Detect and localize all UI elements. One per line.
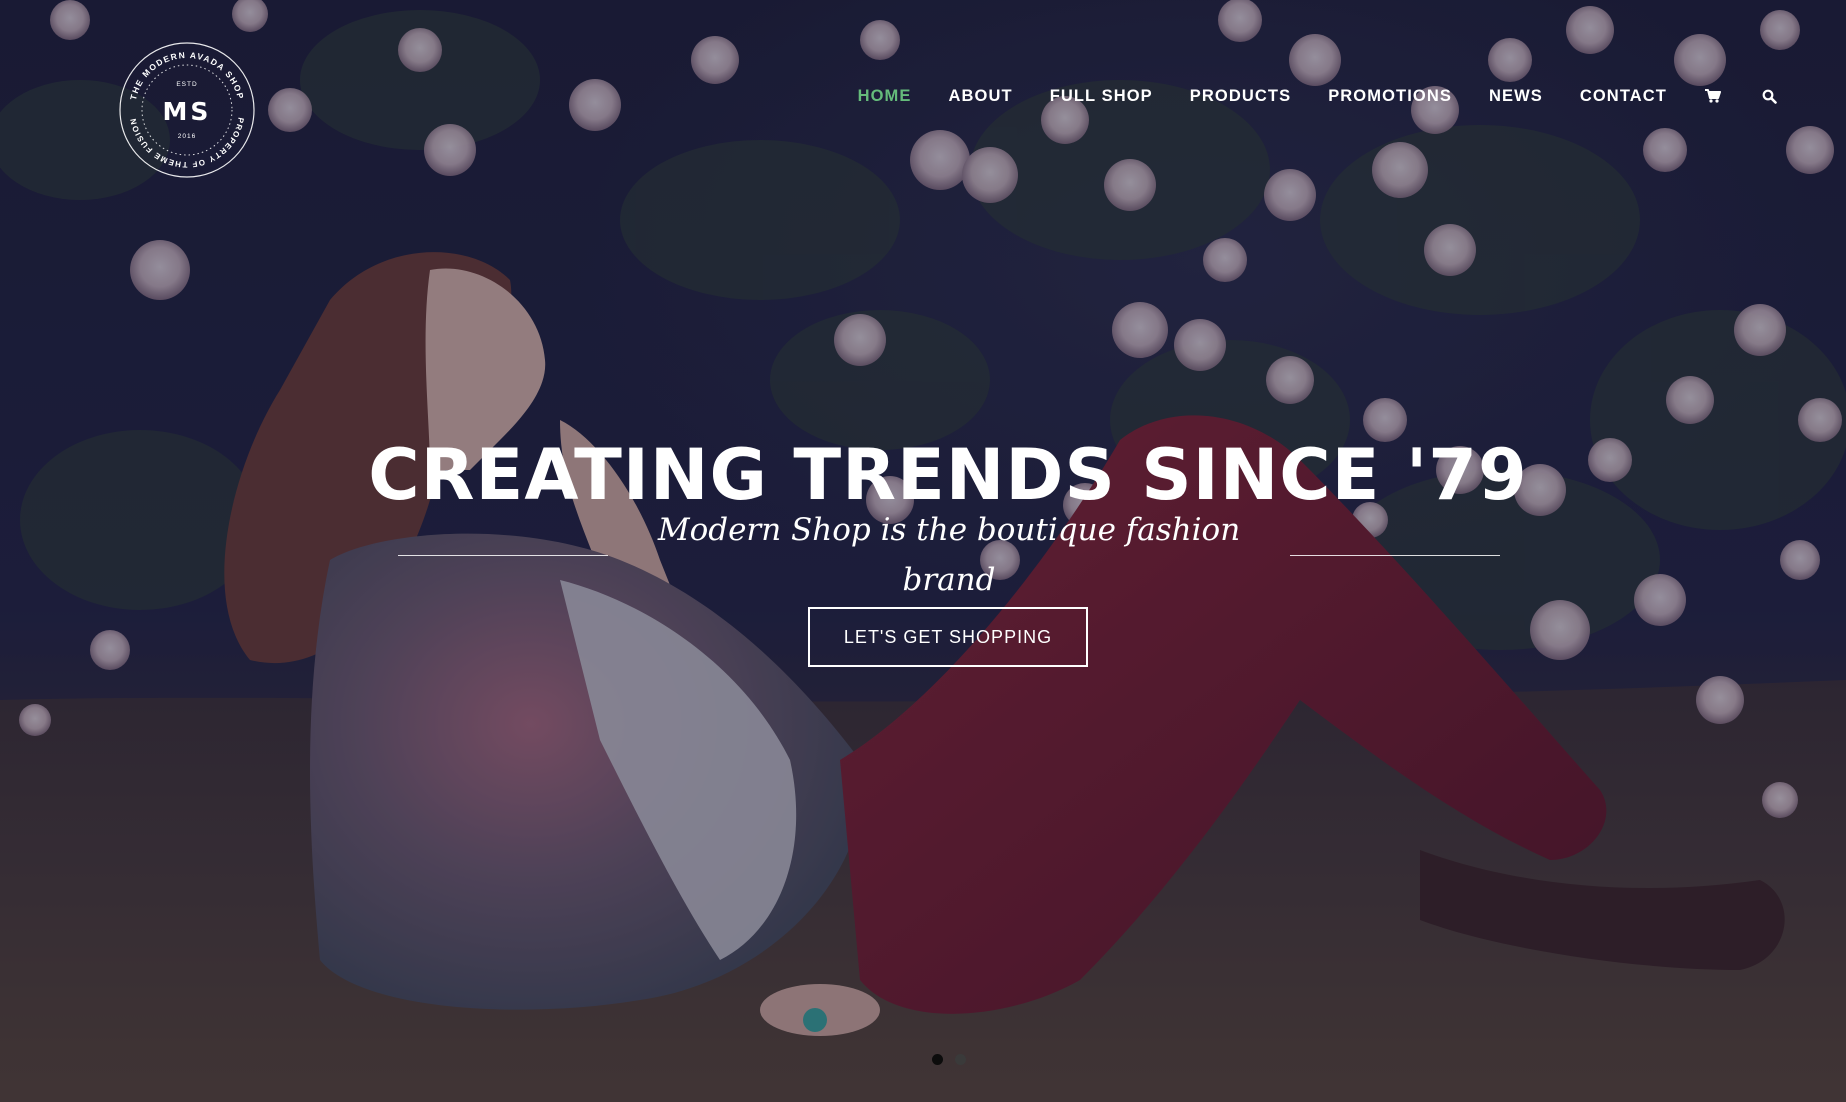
- nav-item-about[interactable]: ABOUT: [949, 82, 1013, 110]
- slider-pagination: [932, 1054, 978, 1065]
- site-logo[interactable]: THE MODERN AVADA SHOP PROPERTY OF THEME …: [117, 40, 257, 180]
- hero-subline: Modern Shop is the boutique fashion bran…: [657, 512, 1241, 598]
- nav-item-promotions[interactable]: PROMOTIONS: [1328, 82, 1452, 110]
- nav-item-home[interactable]: HOME: [858, 82, 912, 110]
- logo-estd-label: ESTD: [176, 81, 197, 88]
- logo-monogram: MS: [163, 97, 212, 126]
- logo-badge-icon: THE MODERN AVADA SHOP PROPERTY OF THEME …: [119, 42, 255, 178]
- shop-cta-button[interactable]: LET'S GET SHOPPING: [808, 607, 1088, 667]
- hero-subline-row: Modern Shop is the boutique fashion bran…: [398, 512, 1500, 598]
- cart-icon[interactable]: [1704, 82, 1722, 110]
- divider-left: [398, 554, 608, 556]
- logo-year: 2016: [178, 133, 196, 140]
- slider-dot-1[interactable]: [932, 1054, 943, 1065]
- search-icon[interactable]: [1760, 82, 1778, 110]
- nav-item-products[interactable]: PRODUCTS: [1190, 82, 1291, 110]
- nav-item-contact[interactable]: CONTACT: [1580, 82, 1667, 110]
- nav-item-news[interactable]: NEWS: [1489, 82, 1543, 110]
- main-navigation: HOME ABOUT FULL SHOP PRODUCTS PROMOTIONS…: [821, 82, 1846, 110]
- nav-item-full-shop[interactable]: FULL SHOP: [1050, 82, 1153, 110]
- divider-right: [1290, 554, 1500, 556]
- slider-dot-2[interactable]: [955, 1054, 966, 1065]
